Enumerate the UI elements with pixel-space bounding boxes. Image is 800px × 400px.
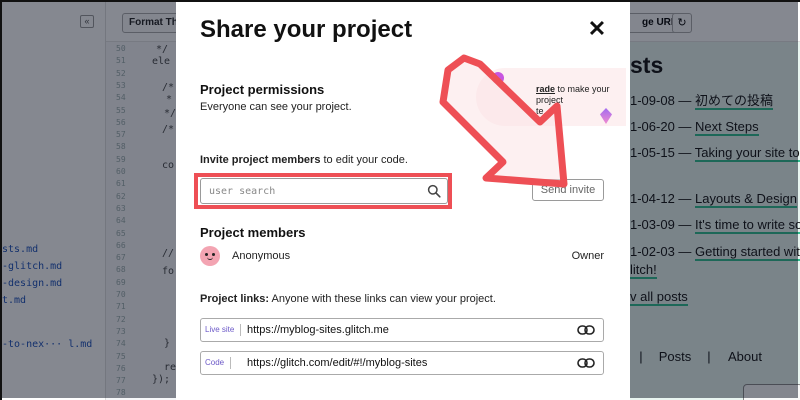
- link-tag: Code: [205, 357, 232, 369]
- decorative-dot-icon: [492, 72, 504, 84]
- links-label-bold: Project links:: [200, 293, 270, 305]
- member-role: Owner: [571, 250, 604, 262]
- member-name: Anonymous: [232, 250, 291, 262]
- link-url[interactable]: https://glitch.com/edit/#!/myblog-sites: [247, 357, 427, 369]
- avatar: [200, 246, 220, 266]
- invite-label: Invite project members to edit your code…: [200, 154, 408, 166]
- upgrade-link[interactable]: rade: [536, 84, 555, 94]
- avatar-mouth: [207, 257, 213, 260]
- code-link-row[interactable]: Code https://glitch.com/edit/#!/myblog-s…: [200, 351, 604, 375]
- copy-link-icon[interactable]: [577, 357, 595, 369]
- invite-label-bold: Invite project members: [200, 154, 321, 166]
- project-links-label: Project links: Anyone with these links c…: [200, 293, 496, 305]
- upgrade-banner: rade to make your project te.: [476, 68, 626, 126]
- permissions-heading: Project permissions: [200, 82, 325, 97]
- copy-link-icon[interactable]: [577, 324, 595, 336]
- invite-label-rest: to edit your code.: [320, 154, 408, 166]
- live-site-link-row[interactable]: Live site https://myblog-sites.glitch.me: [200, 318, 604, 342]
- members-heading: Project members: [200, 225, 306, 240]
- search-highlight-box: [194, 173, 452, 209]
- permissions-text: Everyone can see your project.: [200, 101, 352, 113]
- avatar-eye: [212, 253, 215, 256]
- link-tag: Live site: [205, 324, 242, 336]
- upgrade-text-2: te.: [536, 106, 547, 116]
- links-label-rest: Anyone with these links can view your pr…: [269, 293, 496, 305]
- share-project-modal: Share your project ✕ Project permissions…: [176, 2, 630, 400]
- modal-title: Share your project: [200, 16, 413, 43]
- member-row: Anonymous Owner: [200, 246, 604, 268]
- close-icon[interactable]: ✕: [586, 18, 608, 40]
- avatar-eye: [205, 253, 208, 256]
- upgrade-text: rade to make your project te.: [536, 84, 624, 117]
- send-invite-button[interactable]: Send invite: [532, 179, 604, 201]
- link-url[interactable]: https://myblog-sites.glitch.me: [247, 324, 389, 336]
